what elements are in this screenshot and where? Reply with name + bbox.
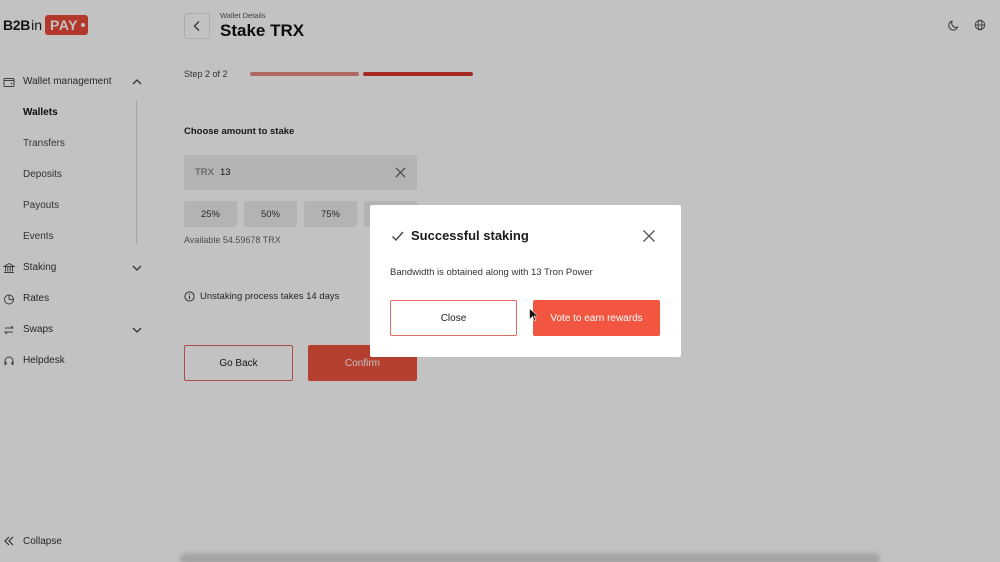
close-button[interactable]: Close [390, 300, 517, 336]
vote-button[interactable]: Vote to earn rewards [533, 300, 660, 336]
close-icon[interactable] [642, 229, 656, 243]
mouse-cursor-icon [529, 308, 537, 322]
success-dialog: Successful staking Bandwidth is obtained… [370, 205, 681, 357]
dialog-message: Bandwidth is obtained along with 13 Tron… [390, 267, 593, 278]
dialog-title: Successful staking [411, 228, 529, 243]
check-icon [392, 231, 404, 242]
